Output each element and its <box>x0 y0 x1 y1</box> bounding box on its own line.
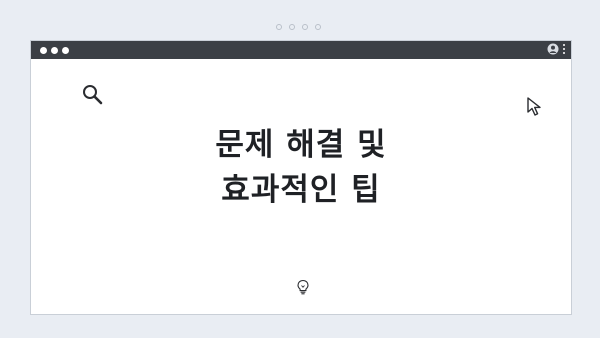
pager-dot[interactable] <box>276 24 282 30</box>
close-window-button[interactable] <box>40 47 47 54</box>
titlebar-actions <box>547 43 566 55</box>
pager-dot[interactable] <box>302 24 308 30</box>
minimize-window-button[interactable] <box>51 47 58 54</box>
browser-window: 문제 해결 및 효과적인 팁 <box>30 40 572 315</box>
cursor-icon <box>527 97 541 116</box>
profile-icon[interactable] <box>547 43 559 55</box>
pager-dot[interactable] <box>315 24 321 30</box>
page-title: 문제 해결 및 효과적인 팁 <box>31 123 571 213</box>
pager-dot[interactable] <box>289 24 295 30</box>
lightbulb-icon <box>297 279 309 295</box>
pager-dots <box>276 24 321 30</box>
kebab-menu-icon[interactable] <box>562 43 566 55</box>
window-controls <box>40 47 69 54</box>
page-title-line-1: 문제 해결 및 <box>215 127 387 163</box>
window-titlebar <box>31 41 571 59</box>
page-title-line-2: 효과적인 팁 <box>221 172 381 208</box>
search-icon <box>83 85 103 105</box>
canvas: 문제 해결 및 효과적인 팁 <box>0 0 600 338</box>
maximize-window-button[interactable] <box>62 47 69 54</box>
